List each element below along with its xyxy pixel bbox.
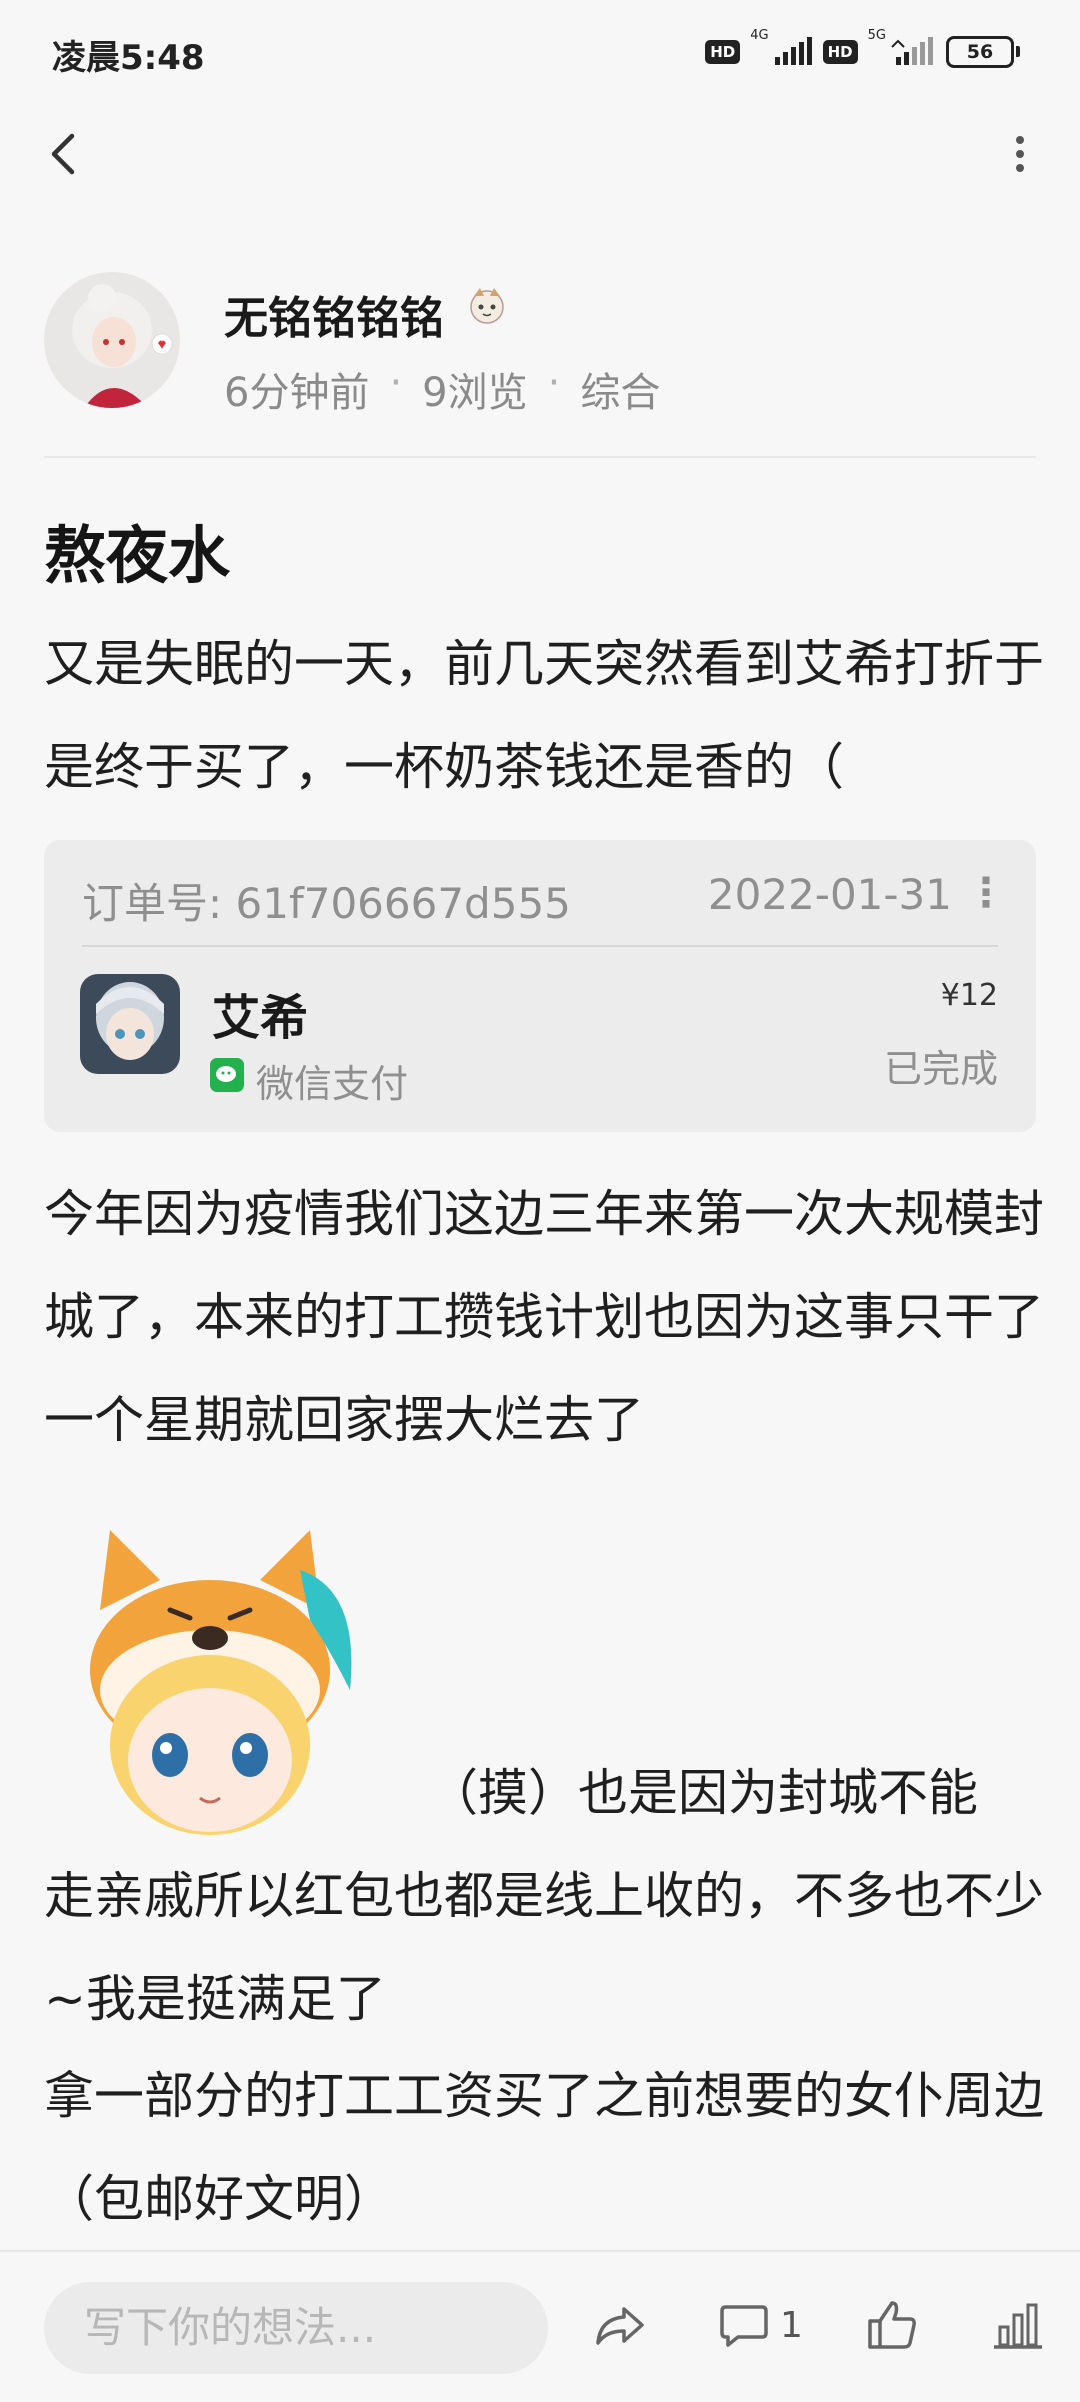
more-options-button[interactable] xyxy=(990,124,1050,184)
post-paragraph: 拿一部分的打工工资买了之前想要的女仆周边（包邮好文明） xyxy=(44,2067,1044,2228)
category: 综合 xyxy=(580,370,661,416)
app-icon xyxy=(80,974,180,1074)
comment-count: 1 xyxy=(780,2304,803,2346)
status-time: 凌晨5:48 xyxy=(52,38,205,78)
avatar[interactable] xyxy=(44,272,180,408)
post-meta: 6分钟前 · 9浏览 · 综合 xyxy=(224,360,660,418)
app-icon-image xyxy=(80,974,180,1074)
time-ago: 6分钟前 xyxy=(224,370,370,416)
order-date: 2022-01-31 xyxy=(707,870,952,919)
share-button[interactable] xyxy=(590,2290,650,2360)
separator: · xyxy=(389,360,403,406)
signal-icon xyxy=(774,37,812,65)
divider xyxy=(44,456,1036,458)
payment-method: 微信支付 xyxy=(256,1062,409,1106)
more-vertical-icon xyxy=(1016,136,1024,172)
share-icon xyxy=(596,2307,644,2345)
order-number: 订单号: 61f706667d555 xyxy=(82,879,571,928)
network-type: 5G xyxy=(867,28,886,43)
network-type: 4G xyxy=(750,28,769,43)
signal-icon xyxy=(891,37,933,65)
order-divider xyxy=(82,945,998,947)
price: ¥12 xyxy=(940,978,998,1013)
post-paragraph: （摸）也是因为封城不能 xyxy=(428,1764,978,1822)
badge-icon xyxy=(470,288,504,324)
author-name[interactable]: 无铭铭铭铭 xyxy=(224,282,444,346)
post-paragraph: 今年因为疫情我们这边三年来第一次大规模封城了，本来的打工攒钱计划也因为这事只干了… xyxy=(44,1185,1044,1449)
battery-icon: 56 xyxy=(946,36,1020,68)
battery-level: 56 xyxy=(966,41,994,63)
comment-icon xyxy=(720,2305,768,2347)
bar-chart-icon xyxy=(994,2303,1042,2349)
back-arrow-icon xyxy=(51,133,75,175)
author-header: 无铭铭铭铭 6分钟前 · 9浏览 · 综合 xyxy=(44,272,1044,416)
order-status: 已完成 xyxy=(883,1047,998,1091)
post-paragraph: 走亲戚所以红包也都是线上收的，不多也不少~我是挺满足了 xyxy=(44,1867,1044,2028)
bottom-action-bar: 写下你的想法... 1 xyxy=(0,2250,1080,2402)
wechat-pay-icon xyxy=(210,1058,244,1092)
sticker-image xyxy=(60,1530,390,1840)
order-more-button[interactable]: ⋮ xyxy=(966,870,1006,916)
avatar-image xyxy=(44,272,180,408)
app-name: 艾希 xyxy=(212,990,309,1046)
comment-input[interactable]: 写下你的想法... xyxy=(44,2282,548,2374)
post-paragraph: 又是失眠的一天，前几天突然看到艾希打折于是终于买了，一杯奶茶钱还是香的（ xyxy=(44,635,1044,796)
stats-button[interactable] xyxy=(990,2290,1046,2360)
order-card[interactable]: 订单号: 61f706667d555 2022-01-31 ⋮ 艾希 微信支付 … xyxy=(44,840,1036,1132)
view-count: 9浏览 xyxy=(422,370,528,416)
post-title: 熬夜水 xyxy=(44,519,231,592)
thumbs-up-icon xyxy=(868,2301,916,2349)
status-bar: 凌晨5:48 HD 4G HD 5G 56 xyxy=(0,0,1080,100)
like-button[interactable] xyxy=(864,2290,920,2360)
hd-badge: HD xyxy=(822,40,858,64)
hd-badge: HD xyxy=(705,40,741,64)
separator: · xyxy=(547,360,561,406)
nav-bar xyxy=(0,110,1080,200)
comment-button[interactable]: 1 xyxy=(718,2290,803,2360)
status-icons: HD 4G HD 5G 56 xyxy=(705,28,1020,72)
back-button[interactable] xyxy=(36,124,96,184)
